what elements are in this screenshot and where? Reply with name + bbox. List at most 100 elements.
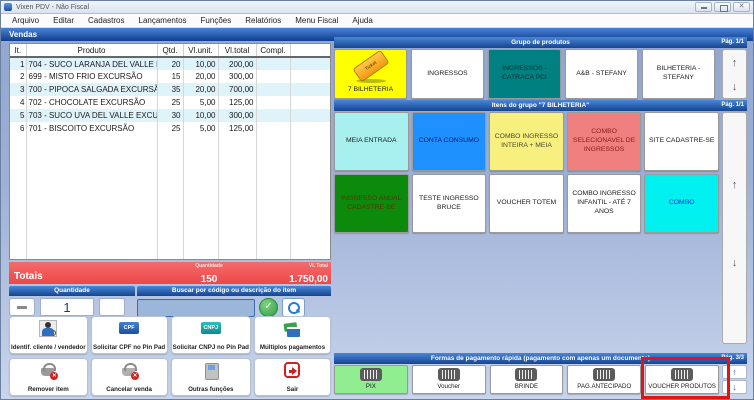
table-header-cell bbox=[290, 44, 331, 57]
menu-item[interactable]: Arquivo bbox=[5, 14, 46, 28]
basket-remove-icon: ✕ bbox=[39, 362, 57, 379]
item-button-label: SITE CADASTRE-SE bbox=[649, 137, 714, 146]
ticket-icon: Ticket bbox=[335, 53, 406, 83]
action-button-solicitar-cnpj-no-pin-pad[interactable]: CNPJSolicitar CNPJ no Pin Pad bbox=[171, 316, 251, 354]
action-button-label: Outras funções bbox=[188, 386, 233, 393]
item-button[interactable]: COMBO INGRESSO INTEIRA + MEIA bbox=[489, 112, 564, 171]
table-row[interactable]: 1704 - SUCO LARANJA DEL VALLE EXCURS2010… bbox=[10, 57, 331, 70]
action-button-remover-item[interactable]: ✕ Remover item bbox=[9, 358, 88, 396]
table-header-cell[interactable]: It. bbox=[10, 44, 26, 57]
payment-button[interactable]: PIX bbox=[334, 365, 408, 394]
menu-bar: ArquivoEditarCadastrosLançamentosFunções… bbox=[1, 14, 753, 28]
table-row[interactable]: 5703 - SUCO UVA DEL VALLE EXCURSÃO3010,0… bbox=[10, 109, 331, 122]
maximize-icon[interactable] bbox=[714, 2, 731, 12]
menu-item[interactable]: Menu Fiscal bbox=[288, 14, 345, 28]
table-cell: 2 bbox=[10, 70, 26, 83]
close-icon[interactable] bbox=[733, 2, 750, 12]
item-button[interactable]: SITE CADASTRE-SE bbox=[644, 112, 719, 171]
barcode-icon bbox=[593, 368, 615, 381]
action-button-label: Identif. cliente / vendedor bbox=[11, 344, 86, 351]
menu-item[interactable]: Ajuda bbox=[345, 14, 379, 28]
item-button[interactable]: COMBO bbox=[644, 174, 719, 233]
table-cell: 30 bbox=[157, 109, 183, 122]
action-button-label: Cancelar venda bbox=[106, 386, 152, 393]
action-button-m-ltiplos-pagamentos[interactable]: Múltiplos pagamentos bbox=[254, 316, 331, 354]
item-button[interactable]: COMBO INGRESSO INFANTIL - ATÉ 7 ANOS bbox=[567, 174, 642, 233]
table-row[interactable]: 4702 - CHOCOLATE EXCURSÃO255,00125,00 bbox=[10, 96, 331, 109]
quantity-input[interactable] bbox=[40, 298, 94, 316]
item-button-label: CONTA CONSUMO bbox=[419, 137, 479, 146]
item-button[interactable]: CONTA CONSUMO bbox=[412, 112, 487, 171]
window-controls bbox=[695, 2, 750, 12]
table-cell bbox=[10, 135, 26, 259]
menu-item[interactable]: Editar bbox=[46, 14, 81, 28]
group-button[interactable]: INGRESSOS bbox=[411, 49, 484, 99]
groups-scroll-up-icon[interactable] bbox=[732, 53, 738, 71]
table-cell bbox=[290, 122, 331, 135]
menu-item[interactable]: Cadastros bbox=[81, 14, 131, 28]
payment-button-label: VOUCHER PRODUTOS bbox=[648, 383, 716, 391]
item-button[interactable]: TESTE INGRESSO BRUCE bbox=[412, 174, 487, 233]
payments-scroll-up-icon[interactable] bbox=[722, 365, 747, 379]
search-input[interactable] bbox=[137, 299, 255, 317]
item-button[interactable]: MEIA ENTRADA bbox=[334, 112, 409, 171]
table-header-cell[interactable]: Qtd. bbox=[157, 44, 183, 57]
groups-scroll-down-icon[interactable] bbox=[732, 77, 738, 95]
table-cell: 35 bbox=[157, 83, 183, 96]
items-scroll-down-icon[interactable] bbox=[732, 253, 738, 271]
menu-item[interactable]: Lançamentos bbox=[132, 14, 194, 28]
menu-item[interactable]: Funções bbox=[194, 14, 239, 28]
action-button-label: Remover item bbox=[28, 386, 69, 393]
table-cell bbox=[290, 57, 331, 70]
quantity-minus-button[interactable] bbox=[9, 298, 35, 316]
table-row[interactable]: 3700 - PIPOCA SALGADA EXCURSÃO3520,00700… bbox=[10, 83, 331, 96]
table-header-cell[interactable]: Vl.unit. bbox=[183, 44, 218, 57]
item-buttons-grid: MEIA ENTRADA CONTA CONSUMO COMBO INGRESSO … bbox=[334, 112, 719, 233]
search-section-header: Buscar por código ou descrição do item bbox=[137, 286, 331, 296]
table-header-cell[interactable]: Vl.total bbox=[218, 44, 256, 57]
action-button-outras-fun-es[interactable]: Outras funções bbox=[171, 358, 251, 396]
quantity-plus-button[interactable] bbox=[99, 298, 125, 316]
group-button[interactable]: A&B - STEFANY bbox=[565, 49, 638, 99]
group-button[interactable]: BILHETERIA - STEFANY bbox=[642, 49, 715, 99]
minimize-icon[interactable] bbox=[695, 2, 712, 12]
search-icon[interactable] bbox=[282, 298, 305, 317]
action-button-sair[interactable]: Sair bbox=[254, 358, 331, 396]
action-buttons: Identif. cliente / vendedor CPFSolicitar … bbox=[9, 316, 331, 396]
items-scroll-up-icon[interactable] bbox=[732, 175, 738, 193]
action-button-solicitar-cpf-no-pin-pad[interactable]: CPFSolicitar CPF no Pin Pad bbox=[91, 316, 168, 354]
app-icon bbox=[4, 3, 12, 11]
table-row[interactable]: 6701 - BISCOITO EXCURSÃO255,00125,00 bbox=[10, 122, 331, 135]
groups-header: Grupo de produtos Pág. 1/1 bbox=[334, 37, 747, 48]
table-cell: 701 - BISCOITO EXCURSÃO bbox=[26, 122, 157, 135]
item-button[interactable]: VOUCHER TOTEM bbox=[489, 174, 564, 233]
payments-scroll-down-icon[interactable] bbox=[722, 380, 747, 394]
item-button[interactable]: INGRESSO ANUAL CADASTRE-SE bbox=[334, 174, 409, 233]
payment-buttons-row: PIXVoucherBRINDEPAG.ANTECIPADO VOUCHER PR… bbox=[334, 365, 719, 394]
item-button-label: TESTE INGRESSO BRUCE bbox=[415, 195, 484, 213]
table-header-cell[interactable]: Produto bbox=[26, 44, 157, 57]
cart-cancel-icon: ✕ bbox=[120, 362, 138, 379]
totals-total-value: 1.750,00 bbox=[289, 274, 328, 285]
table-cell bbox=[290, 109, 331, 122]
group-button[interactable]: INGRESSOS - CATRACA PCI bbox=[488, 49, 561, 99]
item-button-label: VOUCHER TOTEM bbox=[497, 199, 556, 208]
table-row[interactable]: 2699 - MISTO FRIO EXCURSÃO1520,00300,00 bbox=[10, 70, 331, 83]
items-header-label: Itens do grupo "7 BILHETERIA" bbox=[492, 102, 590, 109]
payment-button[interactable]: PAG.ANTECIPADO bbox=[567, 365, 641, 394]
table-cell bbox=[290, 70, 331, 83]
group-buttons-row: Ticket7 BILHETERIAINGRESSOSINGRESSOS - C… bbox=[334, 49, 747, 99]
item-button[interactable]: COMBO SELECIONAVEL DE INGRESSOS bbox=[567, 112, 642, 171]
payment-button[interactable]: Voucher bbox=[412, 365, 486, 394]
table-header-cell[interactable]: Compl. bbox=[256, 44, 290, 57]
payment-button[interactable]: BRINDE bbox=[490, 365, 564, 394]
menu-item[interactable]: Relatórios bbox=[238, 14, 288, 28]
payment-button[interactable]: VOUCHER PRODUTOS bbox=[645, 365, 719, 394]
app-window: Vixen PDV - Não Fiscal ArquivoEditarCada… bbox=[0, 0, 754, 400]
table-cell: 5 bbox=[10, 109, 26, 122]
action-button-identif-cliente-vendedor[interactable]: Identif. cliente / vendedor bbox=[9, 316, 88, 354]
confirm-check-icon[interactable] bbox=[259, 298, 278, 317]
item-button-label: INGRESSO ANUAL CADASTRE-SE bbox=[337, 195, 406, 213]
group-button[interactable]: Ticket7 BILHETERIA bbox=[334, 49, 407, 99]
action-button-cancelar-venda[interactable]: ✕ Cancelar venda bbox=[91, 358, 168, 396]
